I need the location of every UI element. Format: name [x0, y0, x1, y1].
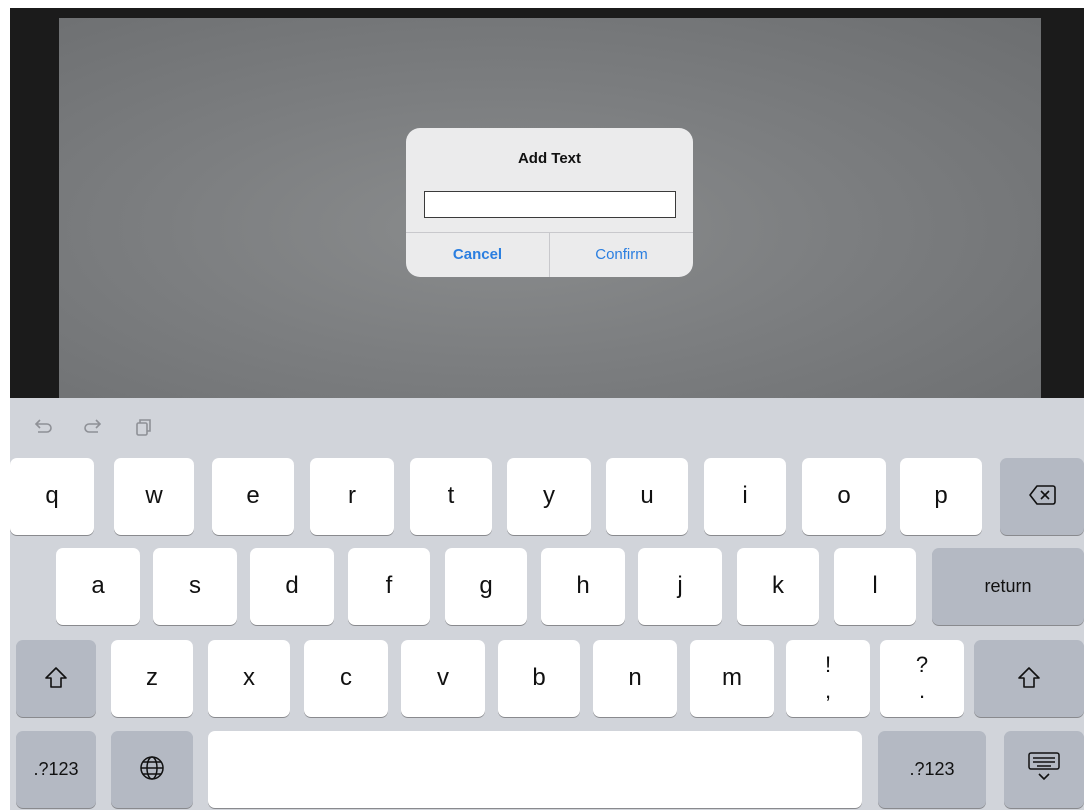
key-label: q: [45, 482, 59, 509]
key-s[interactable]: s: [153, 548, 237, 625]
key-label: i: [742, 482, 748, 509]
key-label: g: [479, 572, 493, 599]
key-label-top: !: [824, 652, 832, 677]
key-w[interactable]: w: [114, 458, 194, 535]
key-k[interactable]: k: [737, 548, 819, 625]
key-label: k: [772, 572, 784, 599]
key-label: h: [576, 572, 590, 599]
key-f[interactable]: f: [348, 548, 430, 625]
key-label: c: [340, 664, 352, 691]
screen: Add Text Cancel Confirm q w e r t y u i …: [0, 0, 1084, 810]
key-x[interactable]: x: [208, 640, 290, 717]
key-label: r: [348, 482, 356, 509]
shift-key-right[interactable]: [974, 640, 1084, 717]
key-label: j: [677, 572, 683, 599]
key-j[interactable]: j: [638, 548, 722, 625]
space-key[interactable]: [208, 731, 862, 808]
paste-icon[interactable]: [132, 416, 154, 438]
add-text-dialog: Add Text Cancel Confirm: [406, 128, 693, 277]
delete-key[interactable]: [1000, 458, 1084, 535]
key-label: w: [145, 482, 163, 509]
globe-icon: [111, 731, 193, 788]
key-label: n: [628, 664, 642, 691]
hide-keyboard-icon: [1004, 731, 1084, 790]
key-label: .?123: [33, 759, 79, 779]
redo-icon[interactable]: [82, 416, 104, 438]
key-u[interactable]: u: [606, 458, 688, 535]
undo-icon[interactable]: [32, 416, 54, 438]
key-label: y: [543, 482, 555, 509]
key-question-period[interactable]: ? .: [880, 640, 964, 717]
delete-icon: [1000, 458, 1084, 513]
key-label: z: [146, 664, 158, 691]
key-q[interactable]: q: [10, 458, 94, 535]
key-n[interactable]: n: [593, 640, 677, 717]
key-v[interactable]: v: [401, 640, 485, 717]
key-label: e: [246, 482, 260, 509]
key-label: return: [984, 576, 1032, 596]
key-y[interactable]: y: [507, 458, 591, 535]
dialog-title: Add Text: [517, 150, 582, 167]
confirm-button[interactable]: Confirm: [550, 233, 693, 277]
numbers-key-right[interactable]: .?123: [878, 731, 986, 808]
key-label: s: [189, 572, 201, 599]
key-label: p: [934, 482, 948, 509]
return-key[interactable]: return: [932, 548, 1084, 625]
hide-keyboard-key[interactable]: [1004, 731, 1084, 808]
key-o[interactable]: o: [802, 458, 886, 535]
key-label: a: [91, 572, 105, 599]
key-label: v: [437, 664, 449, 691]
key-l[interactable]: l: [834, 548, 916, 625]
key-h[interactable]: h: [541, 548, 625, 625]
key-g[interactable]: g: [445, 548, 527, 625]
key-label: .?123: [909, 759, 955, 779]
key-label: t: [447, 482, 455, 509]
key-c[interactable]: c: [304, 640, 388, 717]
keyboard: q w e r t y u i o p a s d f g h j k l re…: [10, 398, 1084, 810]
key-label: x: [243, 664, 255, 691]
key-label-bottom: ,: [824, 678, 832, 703]
key-i[interactable]: i: [704, 458, 786, 535]
key-d[interactable]: d: [250, 548, 334, 625]
shift-key-left[interactable]: [16, 640, 96, 717]
shift-icon: [974, 640, 1084, 697]
key-r[interactable]: r: [310, 458, 394, 535]
text-input[interactable]: [424, 191, 676, 218]
keyboard-shortcut-bar: [10, 398, 1084, 450]
key-label: o: [837, 482, 851, 509]
key-e[interactable]: e: [212, 458, 294, 535]
key-label: d: [285, 572, 299, 599]
key-exclaim-comma[interactable]: ! ,: [786, 640, 870, 717]
key-label: b: [532, 664, 546, 691]
cancel-button[interactable]: Cancel: [406, 233, 549, 277]
numbers-key-left[interactable]: .?123: [16, 731, 96, 808]
key-label: f: [385, 572, 393, 599]
key-m[interactable]: m: [690, 640, 774, 717]
key-label: m: [722, 664, 742, 691]
shift-icon: [16, 640, 96, 697]
key-label: l: [872, 572, 878, 599]
key-label-top: ?: [915, 652, 929, 677]
key-t[interactable]: t: [410, 458, 492, 535]
key-label: u: [640, 482, 654, 509]
key-label-bottom: .: [918, 678, 926, 703]
key-a[interactable]: a: [56, 548, 140, 625]
key-b[interactable]: b: [498, 640, 580, 717]
key-z[interactable]: z: [111, 640, 193, 717]
globe-key[interactable]: [111, 731, 193, 808]
key-p[interactable]: p: [900, 458, 982, 535]
